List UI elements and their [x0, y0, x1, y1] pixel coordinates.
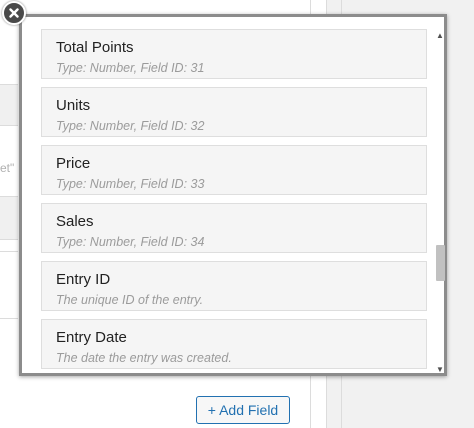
field-item-title: Price — [56, 155, 91, 172]
field-item-title: Units — [56, 97, 91, 114]
field-item-subtitle: The unique ID of the entry. — [56, 293, 204, 307]
field-item-subtitle: Type: Number, Field ID: 34 — [56, 235, 205, 249]
add-field-button[interactable]: + Add Field — [196, 396, 290, 424]
field-item-sales[interactable]: Sales Type: Number, Field ID: 34 — [41, 203, 427, 253]
background-divider — [0, 318, 18, 319]
field-item-subtitle: The date the entry was created. — [56, 351, 232, 365]
field-item-total-points[interactable]: Total Points Type: Number, Field ID: 31 — [41, 29, 427, 79]
close-button[interactable] — [2, 1, 26, 25]
scroll-down-arrow-icon[interactable]: ▼ — [435, 365, 445, 375]
field-item-price[interactable]: Price Type: Number, Field ID: 33 — [41, 145, 427, 195]
field-item-units[interactable]: Units Type: Number, Field ID: 32 — [41, 87, 427, 137]
list-scrollbar[interactable]: ▲ ▼ — [435, 29, 445, 375]
field-list[interactable]: Total Points Type: Number, Field ID: 31 … — [41, 29, 429, 379]
scroll-up-arrow-icon[interactable]: ▲ — [435, 31, 445, 41]
field-item-title: Total Points — [56, 39, 134, 56]
field-item-subtitle: Type: Number, Field ID: 31 — [56, 61, 205, 75]
field-item-title: Sales — [56, 213, 94, 230]
field-picker-popup: Total Points Type: Number, Field ID: 31 … — [19, 14, 447, 376]
background-row — [0, 84, 18, 126]
field-item-subtitle: Type: Number, Field ID: 33 — [56, 177, 205, 191]
background-row — [0, 196, 18, 240]
background-partial-text: et" — [0, 161, 15, 175]
field-item-entry-id[interactable]: Entry ID The unique ID of the entry. — [41, 261, 427, 311]
scrollbar-thumb[interactable] — [436, 245, 445, 281]
field-item-title: Entry ID — [56, 271, 111, 288]
field-item-subtitle: Type: Number, Field ID: 32 — [56, 119, 205, 133]
field-item-title: Entry Date — [56, 329, 127, 346]
background-divider — [0, 251, 18, 252]
close-icon — [9, 8, 19, 18]
field-item-entry-date[interactable]: Entry Date The date the entry was create… — [41, 319, 427, 369]
